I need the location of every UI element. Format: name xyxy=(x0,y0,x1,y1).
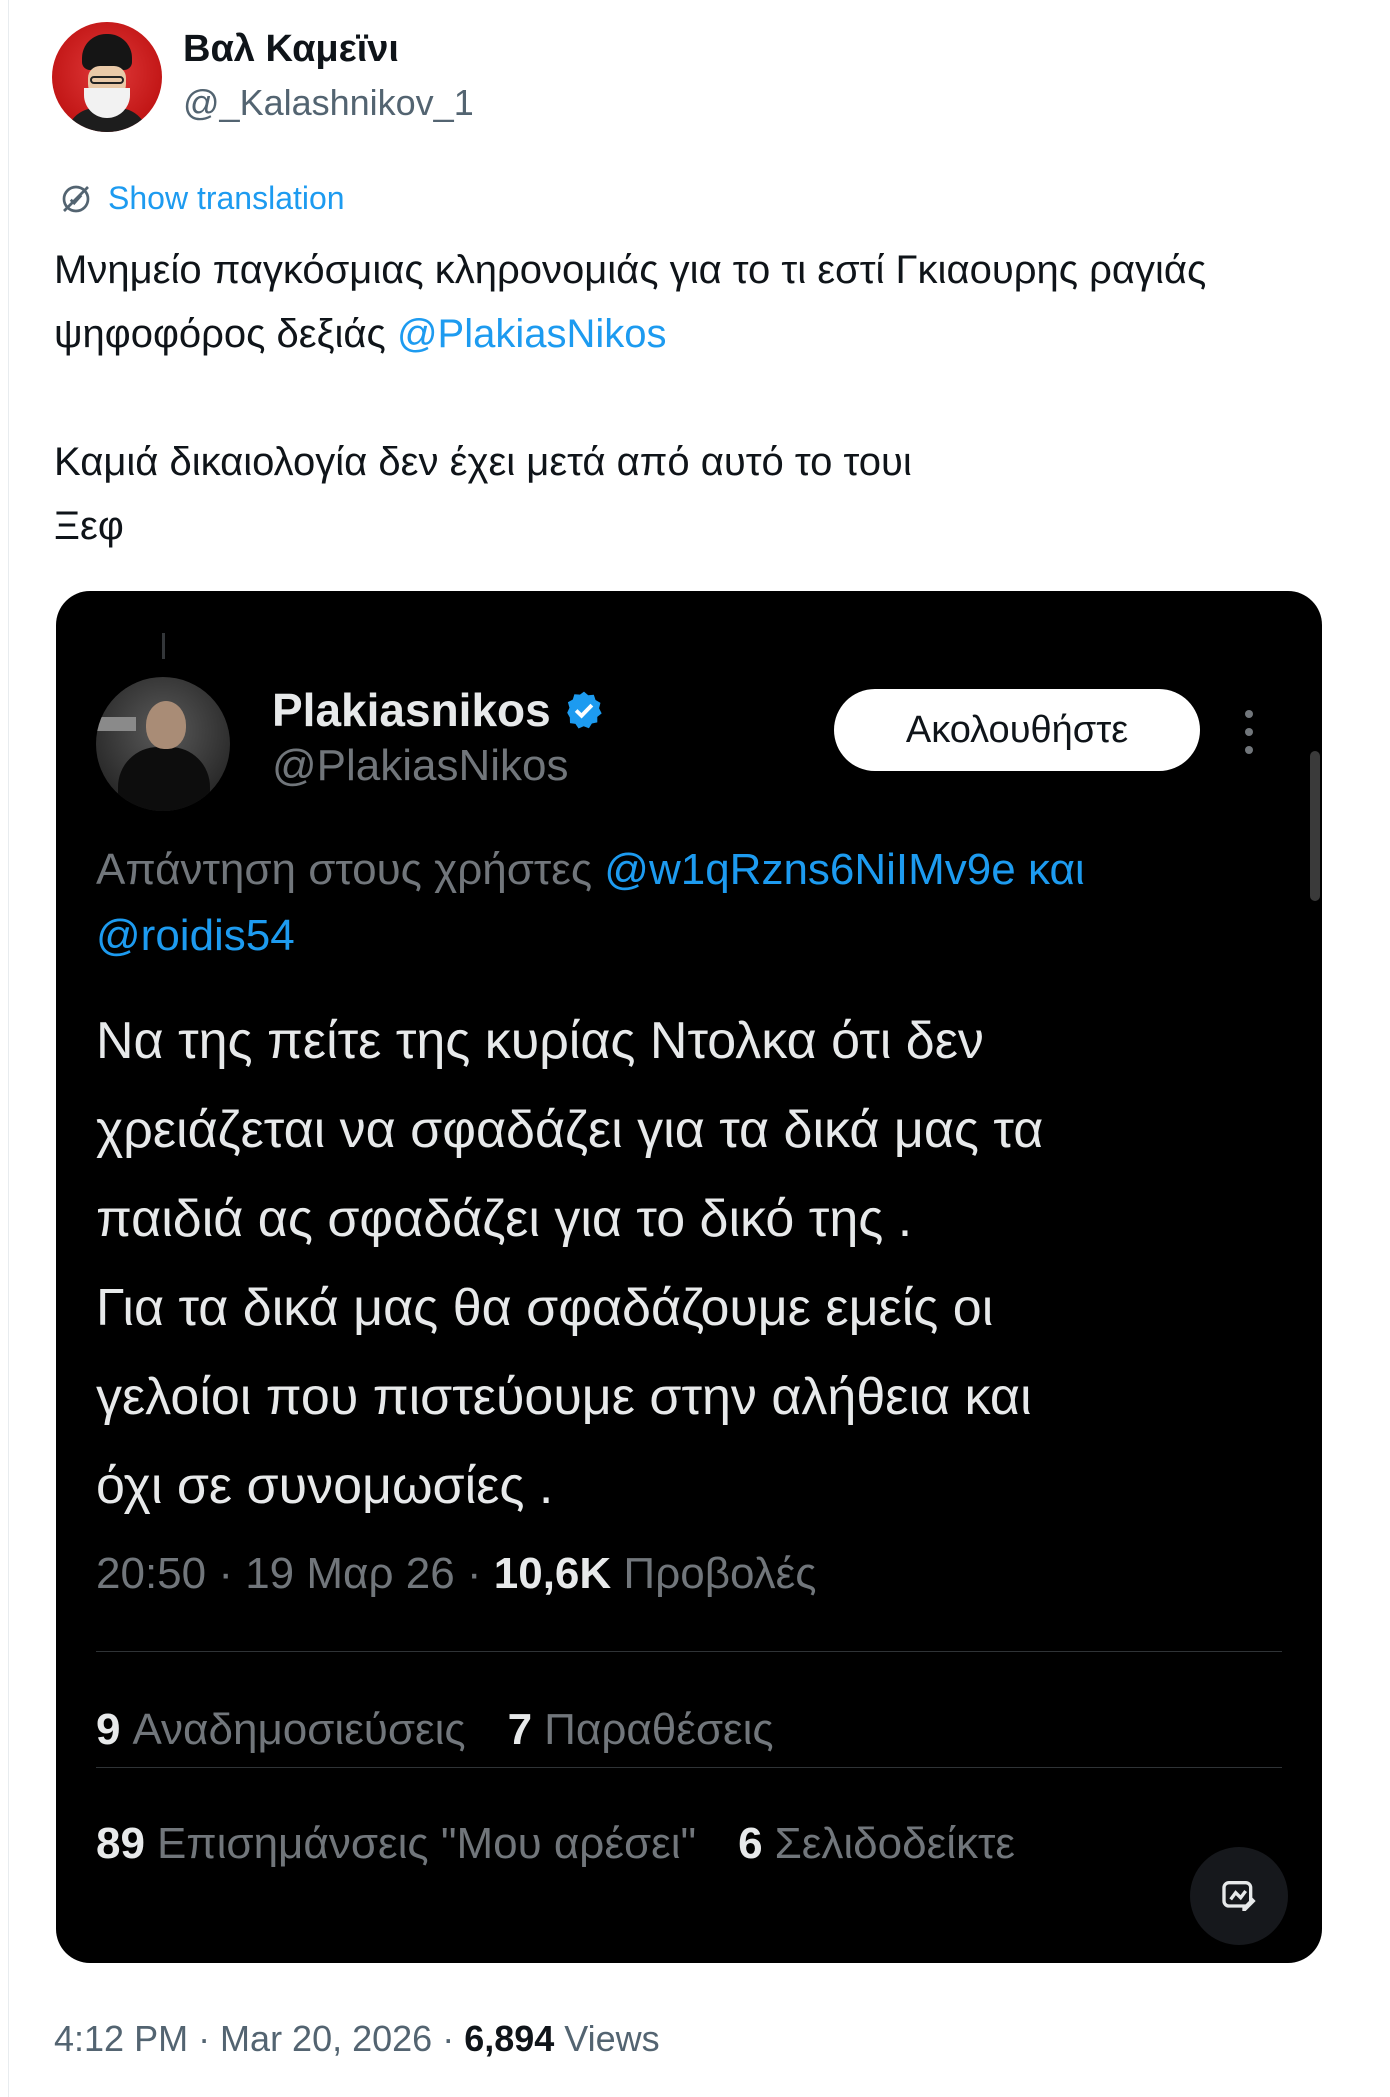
likes-count: 89 xyxy=(96,1819,145,1868)
quoted-stats-row-2: 89 Επισημάνσεις "Μου αρέσει" 6 Σελιδοδείκτ… xyxy=(96,1819,1057,1869)
quoted-text-line: Για τα δικά μας θα σφαδάζουμε εμείς οι xyxy=(96,1279,994,1337)
quoted-text-line: χρειάζεται να σφαδάζει για τα δικά μας τ… xyxy=(96,1101,1044,1159)
quoted-timestamp: 20:50 · 19 Μαρ 26 · xyxy=(96,1549,494,1598)
show-translation-label: Show translation xyxy=(108,180,345,216)
reposts-label: Αναδημοσιεύσεις xyxy=(132,1705,466,1754)
quotes-label: Παραθέσεις xyxy=(544,1705,774,1754)
tweet-meta: 4:12 PM · Mar 20, 2026 · 6,894 Views xyxy=(54,2018,660,2060)
show-translation-button[interactable]: Show translation xyxy=(58,180,345,217)
tweet-line-2-text: ψηφοφόρος δεξιάς xyxy=(54,312,397,356)
mention-link[interactable]: @PlakiasNikos xyxy=(397,312,667,356)
follow-button: Ακολουθήστε xyxy=(834,689,1200,771)
reply-mention-2: @roidis54 xyxy=(96,911,295,960)
quoted-text-line: Να της πείτε της κυρίας Ντολκα ότι δεν xyxy=(96,1012,984,1070)
tweet-line-3: Καμιά δικαιολογία δεν έχει μετά από αυτό… xyxy=(54,440,912,484)
embedded-screenshot[interactable]: Plakiasnikos @PlakiasNikos Ακολουθήστε Α… xyxy=(56,591,1322,1963)
reply-mention-1: @w1qRzns6NiIMv9e και xyxy=(604,845,1085,894)
quoted-handle: @PlakiasNikos xyxy=(272,741,569,790)
quoted-fab-button xyxy=(1190,1847,1288,1945)
edit-image-icon xyxy=(1222,1881,1256,1911)
views-label: Views xyxy=(554,2018,660,2059)
divider xyxy=(96,1767,1282,1768)
quotes-stat: 7 Παραθέσεις xyxy=(508,1705,774,1755)
tweet-text: Μνημείο παγκόσμιας κληρονομιάς για το τι… xyxy=(54,238,1390,558)
bookmarks-count: 6 xyxy=(738,1819,763,1868)
author-handle[interactable]: @_Kalashnikov_1 xyxy=(183,82,474,124)
quoted-display-name: Plakiasnikos xyxy=(272,683,605,737)
quoted-meta: 20:50 · 19 Μαρ 26 · 10,6K Προβολές xyxy=(96,1549,816,1599)
left-border xyxy=(8,0,9,2097)
likes-stat: 89 Επισημάνσεις "Μου αρέσει" xyxy=(96,1819,696,1869)
reposts-count: 9 xyxy=(96,1705,121,1754)
author-avatar[interactable] xyxy=(52,22,162,132)
quoted-views-count: 10,6K xyxy=(493,1549,612,1598)
quoted-name-text: Plakiasnikos xyxy=(272,684,551,736)
quotes-count: 7 xyxy=(507,1705,533,1754)
tweet-line-1: Μνημείο παγκόσμιας κληρονομιάς για το τι… xyxy=(54,248,1207,292)
tweet-timestamp[interactable]: 4:12 PM · Mar 20, 2026 · xyxy=(54,2018,464,2059)
quoted-text: Να της πείτε της κυρίας Ντολκα ότι δεν χ… xyxy=(96,997,1296,1531)
tweet-line-2: ψηφοφόρος δεξιάς @PlakiasNikos xyxy=(54,302,1390,366)
divider xyxy=(96,1651,1282,1652)
scrollbar xyxy=(1310,751,1320,901)
more-options-icon xyxy=(1245,710,1253,754)
translate-icon xyxy=(62,185,90,212)
reply-prefix: Απάντηση στους χρήστες xyxy=(96,845,605,894)
bookmarks-label: Σελιδοδείκτε xyxy=(774,1819,1016,1868)
reply-to-line: Απάντηση στους χρήστες @w1qRzns6NiIMv9e … xyxy=(96,837,1296,969)
verified-badge-icon xyxy=(566,691,602,729)
views-count: 6,894 xyxy=(464,2018,555,2059)
tweet-line-4: Ξεφ xyxy=(54,504,124,548)
reposts-stat: 9 Αναδημοσιεύσεις xyxy=(96,1705,466,1755)
quoted-text-line: παιδιά ας σφαδάζει για το δικό της . xyxy=(96,1190,913,1248)
quoted-views-label: Προβολές xyxy=(611,1549,817,1598)
likes-label: Επισημάνσεις "Μου αρέσει" xyxy=(156,1819,697,1868)
thread-line xyxy=(162,633,165,659)
author-display-name[interactable]: Βαλ Καμεϊνι xyxy=(183,28,399,71)
quoted-avatar xyxy=(96,677,230,811)
bookmarks-stat: 6 Σελιδοδείκτε xyxy=(738,1819,1015,1869)
quoted-text-line: γελοίοι που πιστεύουμε στην αλήθεια και xyxy=(96,1368,1032,1426)
quoted-text-line: όχι σε συνομωσίες . xyxy=(96,1457,554,1515)
quoted-stats-row-1: 9 Αναδημοσιεύσεις 7 Παραθέσεις xyxy=(96,1705,816,1755)
